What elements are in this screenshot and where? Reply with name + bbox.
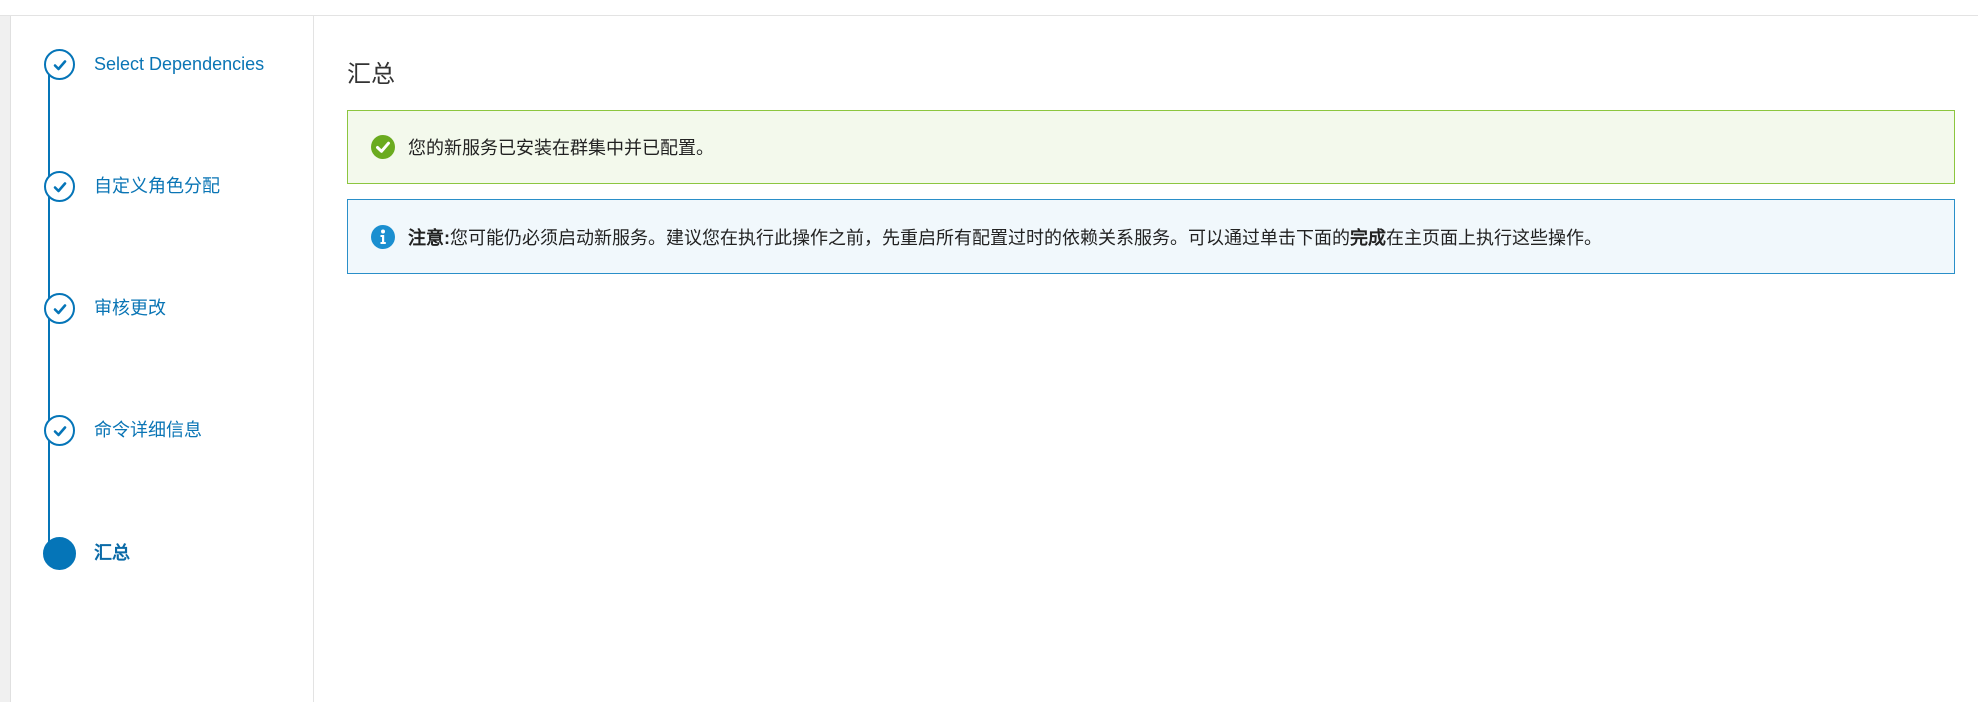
step-3-label[interactable]: 审核更改	[94, 295, 304, 322]
check-icon	[53, 425, 66, 436]
step-3-indicator[interactable]	[44, 293, 75, 324]
info-text-after: 在主页面上执行这些操作。	[1386, 227, 1602, 248]
check-icon	[53, 59, 66, 70]
check-icon	[53, 181, 66, 192]
step-1-indicator[interactable]	[44, 49, 75, 80]
info-label: 注意:	[408, 227, 450, 248]
top-bar	[0, 0, 1978, 16]
check-icon	[53, 303, 66, 314]
wizard-steps-sidebar	[11, 16, 314, 702]
info-alert: 注意:您可能仍必须启动新服务。建议您在执行此操作之前，先重启所有配置过时的依赖关…	[347, 199, 1955, 274]
info-emphasis: 完成	[1350, 227, 1386, 248]
step-5-indicator[interactable]	[43, 537, 76, 570]
step-2-indicator[interactable]	[44, 171, 75, 202]
check-circle-icon	[370, 134, 396, 160]
info-text-before: 您可能仍必须启动新服务。建议您在执行此操作之前，先重启所有配置过时的依赖关系服务…	[450, 227, 1350, 248]
step-5-label: 汇总	[94, 543, 130, 563]
left-edge-strip	[0, 16, 11, 702]
success-message: 您的新服务已安装在群集中并已配置。	[408, 138, 714, 158]
info-message: 注意:您可能仍必须启动新服务。建议您在执行此操作之前，先重启所有配置过时的依赖关…	[408, 224, 1602, 250]
page-title: 汇总	[347, 61, 395, 88]
step-1-label[interactable]: Select Dependencies	[94, 51, 304, 78]
info-circle-icon	[370, 224, 396, 250]
step-4-label[interactable]: 命令详细信息	[94, 417, 304, 444]
step-4-indicator[interactable]	[44, 415, 75, 446]
step-2-label[interactable]: 自定义角色分配	[94, 173, 304, 200]
success-alert: 您的新服务已安装在群集中并已配置。	[347, 110, 1955, 184]
